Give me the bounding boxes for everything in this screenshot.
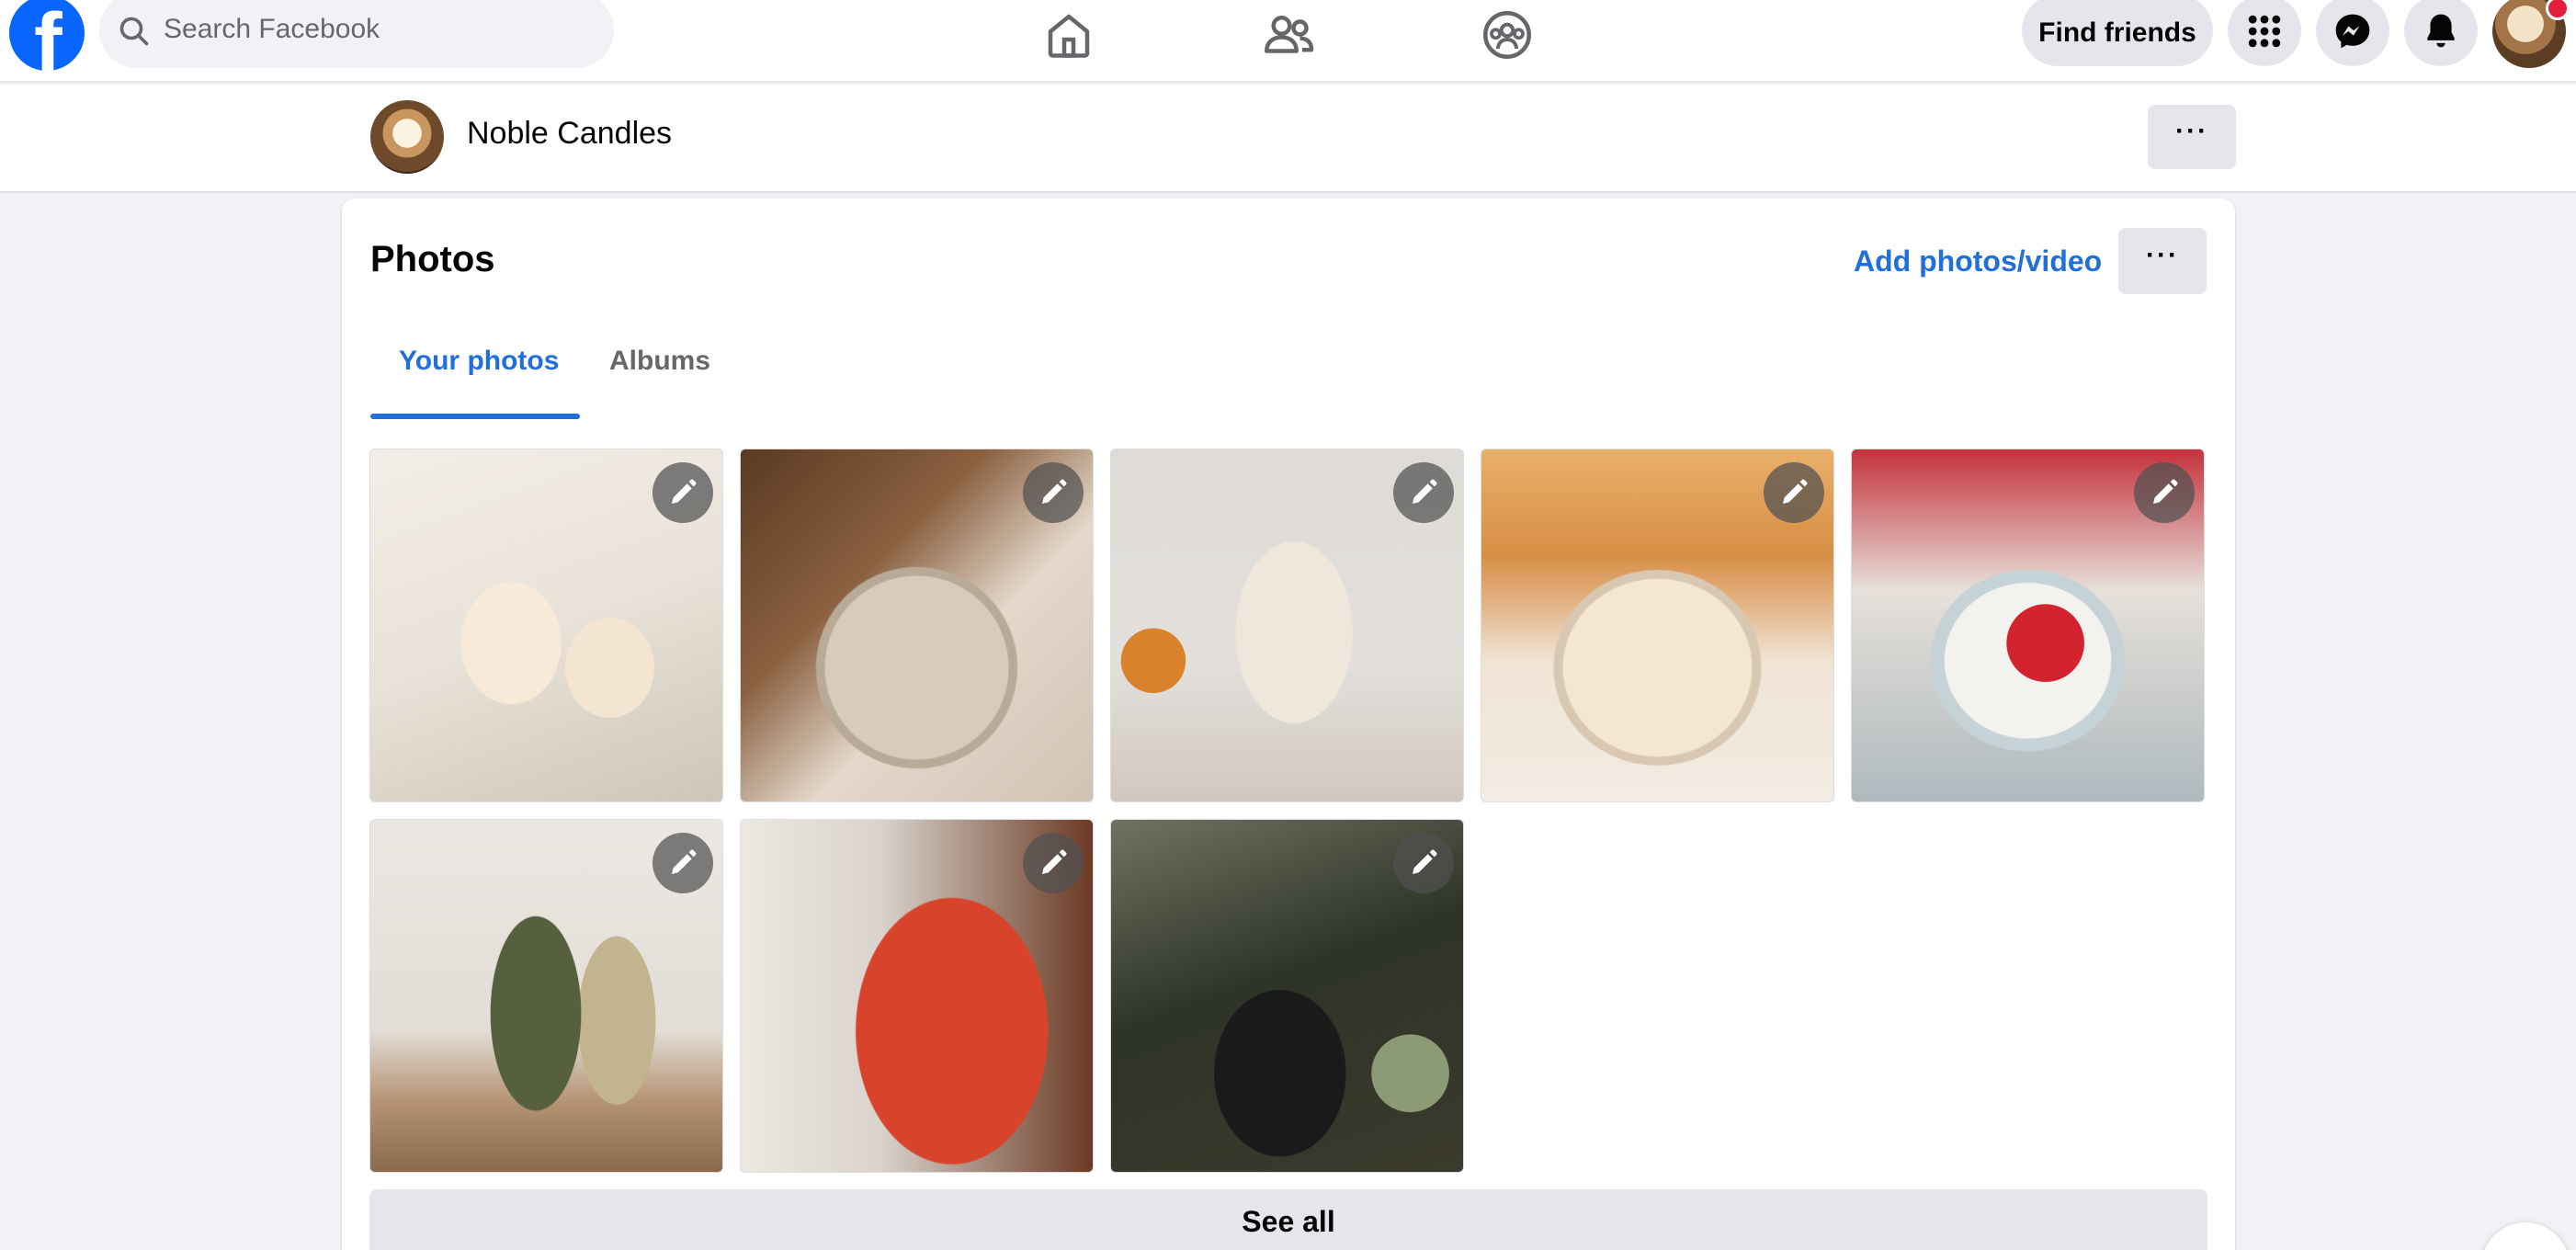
page-more-button[interactable]: ··· [2148,105,2236,169]
friends-icon[interactable] [1261,7,1316,62]
facebook-logo-letter: f [34,0,62,71]
tab-albums[interactable]: Albums [609,346,710,377]
bell-icon [2427,14,2455,48]
notification-badge [2546,0,2570,20]
photo-tile[interactable] [369,819,723,1173]
add-photos-video-link[interactable]: Add photos/video [1854,244,2102,278]
pencil-icon [1042,849,1067,874]
see-all-button[interactable]: See all [369,1189,2207,1250]
photos-card: Photos Add photos/video ··· Your photos … [342,199,2235,1250]
edit-photo-button[interactable] [1023,833,1084,893]
photo-tile[interactable] [1110,819,1464,1173]
active-tab-indicator [370,414,580,419]
search-box[interactable] [99,0,614,68]
pencil-icon [1042,479,1067,504]
home-icon[interactable] [1041,7,1096,62]
edit-photo-button[interactable] [653,462,713,523]
edit-photo-button[interactable] [1393,462,1454,523]
pencil-icon [1783,479,1808,504]
photo-tile[interactable] [1481,449,1834,802]
edit-photo-button[interactable] [1764,462,1824,523]
messenger-button[interactable] [2316,0,2389,66]
groups-icon[interactable] [1480,7,1535,62]
photo-tile[interactable] [1851,449,2205,802]
photo-tile[interactable] [740,819,1094,1173]
photos-title: Photos [370,239,495,279]
edit-photo-button[interactable] [653,833,713,893]
chat-bubble-button[interactable] [2481,1222,2570,1250]
edit-photo-button[interactable] [1023,462,1084,523]
tab-your-photos[interactable]: Your photos [399,346,559,377]
edit-photo-button[interactable] [2134,462,2195,523]
pencil-icon [672,479,697,504]
more-icon: ··· [2175,116,2208,146]
page-header: Noble Candles ··· [0,85,2576,193]
edit-photo-button[interactable] [1393,833,1454,893]
photo-tile[interactable] [369,449,723,802]
find-friends-button[interactable]: Find friends [2022,0,2213,66]
notifications-button[interactable] [2404,0,2478,66]
page-avatar[interactable] [370,100,444,174]
photo-tile[interactable] [740,449,1094,802]
facebook-logo[interactable]: f [9,0,85,71]
photos-more-button[interactable]: ··· [2118,228,2207,294]
messenger-icon [2335,14,2370,49]
photo-tile[interactable] [1110,449,1464,802]
search-icon [119,17,149,46]
pencil-icon [2153,479,2178,504]
search-input[interactable] [164,9,586,50]
more-icon: ··· [2146,240,2179,270]
top-navigation-bar: f Find friends [0,0,2576,83]
pencil-icon [1413,849,1437,874]
menu-grid-icon [2248,15,2281,48]
menu-button[interactable] [2228,0,2301,66]
page-name[interactable]: Noble Candles [467,116,672,152]
pencil-icon [1413,479,1437,504]
pencil-icon [672,849,697,874]
